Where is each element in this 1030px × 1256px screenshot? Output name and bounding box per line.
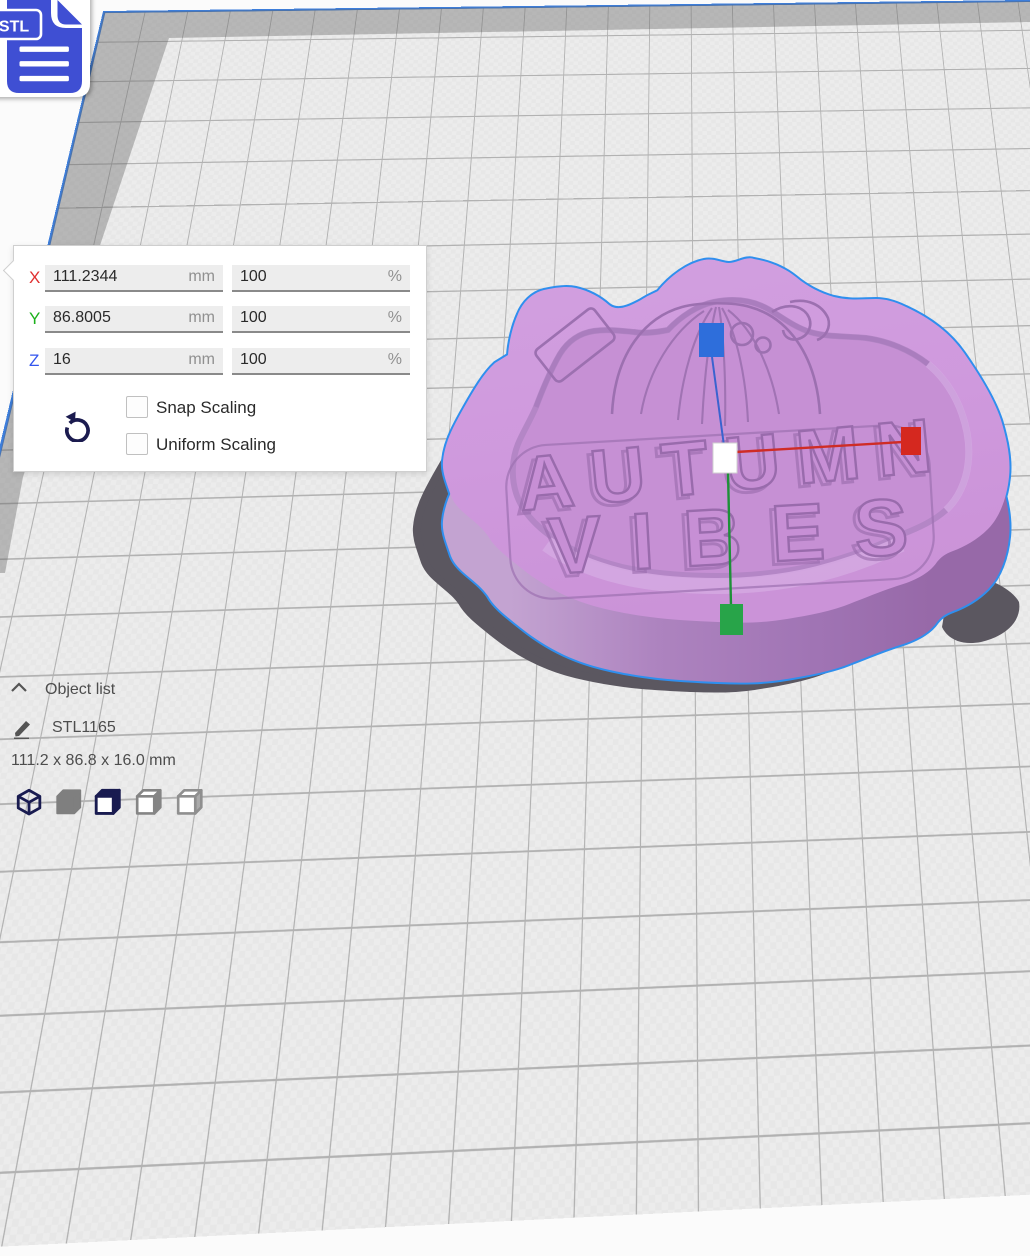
svg-text:STL: STL bbox=[0, 19, 29, 36]
